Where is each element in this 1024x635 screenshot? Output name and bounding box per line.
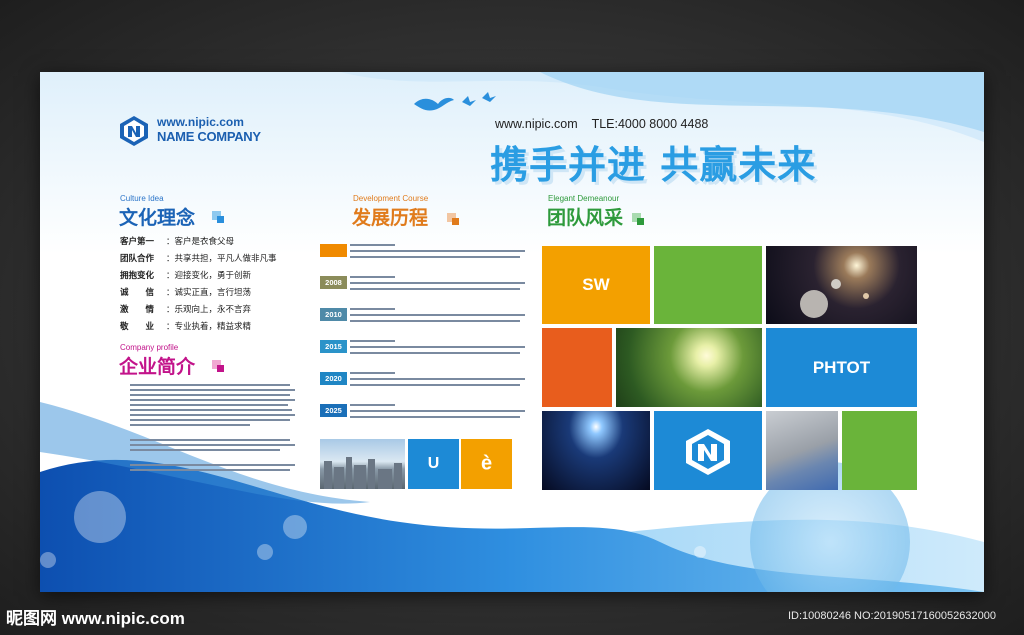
contact-tel: TLE:4000 8000 4488 [591, 117, 709, 131]
timeline-year-tag [320, 244, 347, 257]
planets-icon [800, 279, 869, 318]
development-title: 发展历程 [352, 207, 429, 229]
e-tile: è [461, 439, 512, 489]
culture-title: 文化理念 [119, 207, 196, 229]
development-deco-square-2 [452, 218, 459, 225]
culture-row: 团队合作 ：共享共担，平凡人做非凡事 [120, 254, 277, 264]
orange-tile [542, 328, 612, 407]
profile-en-title: Company profile [120, 343, 179, 352]
city-photo [320, 439, 405, 489]
u-tile-label: U [427, 455, 440, 472]
timeline-text-lines [350, 244, 525, 418]
green-tile-2 [842, 411, 917, 490]
timeline-year-tag: 2015 [320, 340, 347, 353]
team-deco-square-2 [637, 218, 644, 225]
contact-info: www.nipic.com TLE:4000 8000 4488 [495, 117, 708, 131]
culture-row: 客户第一 ：客户是衣食父母 [120, 237, 235, 247]
phtot-tile: PHTOT [766, 328, 917, 407]
logo-url: www.nipic.com [157, 115, 244, 129]
timeline-year-tag: 2010 [320, 308, 347, 321]
culture-row: 激 情：乐观向上，永不言弃 [120, 305, 252, 315]
development-en-title: Development Course [353, 194, 429, 203]
forest-photo [616, 328, 762, 407]
e-tile-label: è [480, 452, 493, 475]
logo-company-name: NAME COMPANY [157, 129, 261, 144]
contact-url: www.nipic.com [495, 117, 578, 131]
profile-text-block [100, 382, 300, 482]
phtot-tile-label: PHTOT [812, 357, 871, 377]
footer-id: ID:10080246 NO:20190517160052632000 [788, 610, 996, 622]
poster-board: www.nipic.com NAME COMPANY www.nipic.com… [40, 72, 984, 592]
culture-row: 拥抱变化 ：迎接变化，勇于创新 [120, 271, 252, 281]
profile-text-lines [130, 384, 295, 471]
timeline-year-tag: 2025 [320, 404, 347, 417]
footer-brand: 昵图网 www.nipic.com [6, 609, 185, 628]
company-logo-icon [120, 116, 148, 146]
profile-deco-square-2 [217, 365, 224, 372]
sw-tile: SW [542, 246, 650, 324]
slogan: 携手并进 共赢未来 [490, 143, 817, 187]
sw-tile-label: SW [582, 275, 610, 294]
team-en-title: Elegant Demeanour [548, 194, 620, 203]
culture-row: 敬 业：专业执着，精益求精 [120, 322, 252, 332]
culture-en-title: Culture Idea [120, 194, 164, 203]
logo-tile [654, 411, 762, 490]
culture-row: 诚 信：诚实正直，言行坦荡 [120, 288, 252, 298]
green-tile [654, 246, 762, 324]
u-tile: U [408, 439, 459, 489]
building-photo [766, 411, 838, 490]
earth-photo [542, 411, 650, 490]
logo-tile-icon [686, 429, 730, 475]
city-skyline-icon [324, 457, 402, 489]
birds-icon [414, 92, 496, 111]
space-photo [766, 246, 917, 324]
profile-title: 企业简介 [119, 356, 196, 378]
timeline-year-tag: 2020 [320, 372, 347, 385]
timeline-year-tag: 2008 [320, 276, 347, 289]
culture-deco-square-2 [217, 216, 224, 223]
team-title: 团队风采 [547, 207, 624, 229]
